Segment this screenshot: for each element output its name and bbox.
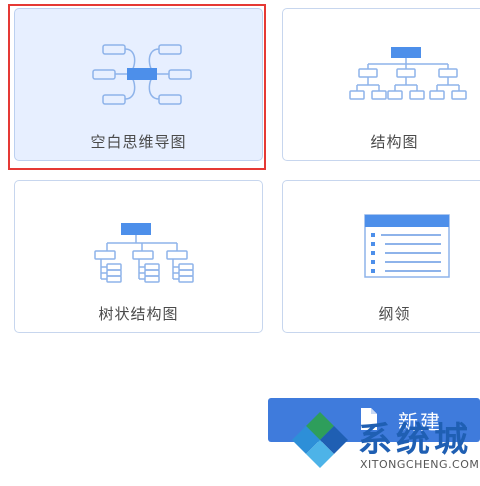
template-label: 纲领 [378, 305, 411, 323]
watermark-text: 系统城 [358, 420, 472, 460]
template-card-blank-mind-map[interactable]: 空白思维导图 [14, 8, 263, 161]
diamond-logo-icon [292, 412, 348, 468]
template-card-tree-chart[interactable]: 树状结构图 [14, 180, 263, 333]
template-card-outline[interactable]: 纲领 [282, 180, 480, 333]
watermark: 系统城 XITONGCHENG.COM [286, 404, 480, 486]
template-label: 空白思维导图 [90, 133, 187, 151]
template-card-structure-chart[interactable]: 结构图 [282, 8, 480, 161]
template-label: 树状结构图 [98, 305, 179, 323]
watermark-subtext: XITONGCHENG.COM [360, 458, 480, 471]
template-label: 结构图 [370, 133, 419, 151]
